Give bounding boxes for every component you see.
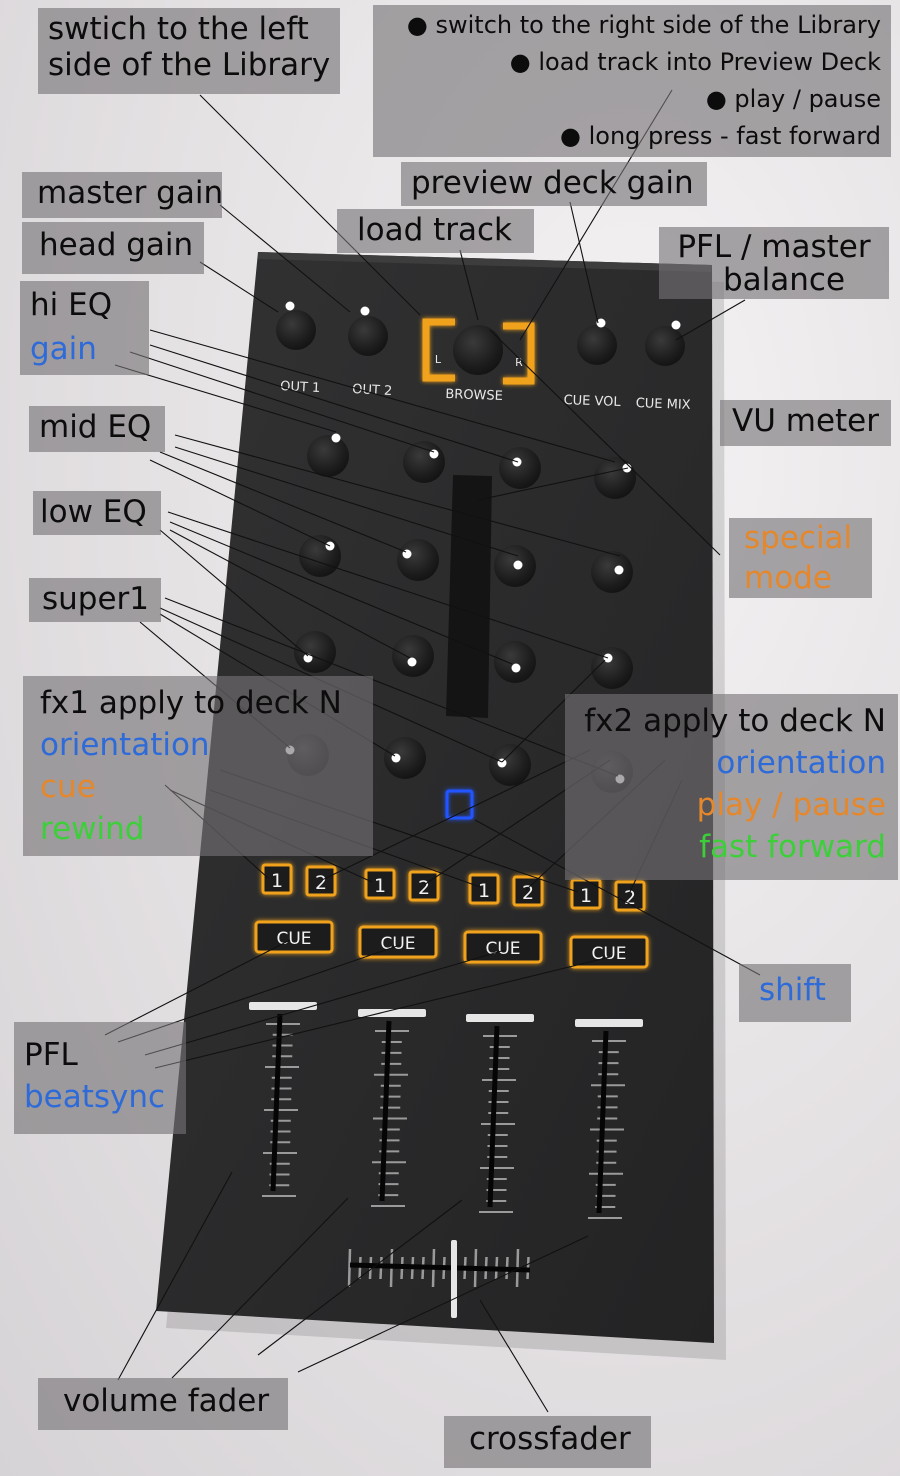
special-mode-label: special mode — [729, 518, 872, 598]
head-gain-label: head gain — [22, 222, 204, 274]
load-track-label: load track — [337, 209, 534, 253]
hi-eq-label: hi EQ gain — [20, 281, 149, 375]
vu-meter-label: VU meter — [720, 400, 891, 446]
fx2-label: fx2 apply to deck N orientation play / p… — [565, 694, 898, 880]
master-gain-label: master gain — [22, 172, 223, 218]
preview-gain-label: preview deck gain — [401, 162, 707, 206]
left-library-label: swtich to the left side of the Library — [38, 8, 340, 94]
volume-fader-label: volume fader — [38, 1378, 288, 1430]
low-eq-label: low EQ — [33, 491, 161, 535]
shift-label: shift — [739, 964, 851, 1022]
mid-eq-label: mid EQ — [29, 406, 165, 452]
super1-label: super1 — [29, 578, 161, 622]
right-library-label: ● switch to the right side of the Librar… — [373, 5, 891, 157]
fx1-label: fx1 apply to deck N orientation cue rewi… — [23, 676, 373, 856]
pfl-balance-label: PFL / master balance — [659, 227, 889, 299]
pfl-beatsync-label: PFL beatsync — [14, 1022, 186, 1134]
crossfader-label: crossfader — [444, 1416, 651, 1468]
